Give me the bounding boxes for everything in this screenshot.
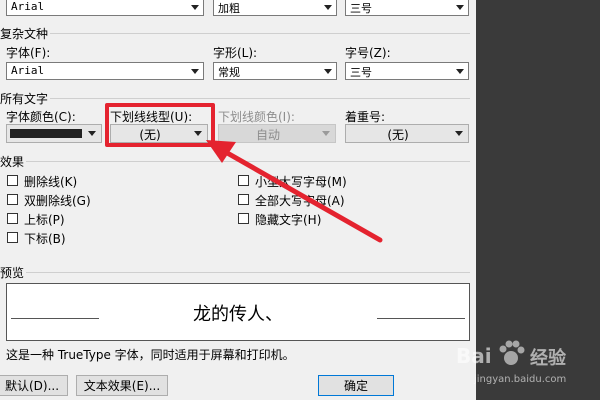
watermark-brand-cn: 经验 xyxy=(530,348,566,369)
watermark-brand: Bai xyxy=(456,344,492,368)
paw-logo-icon xyxy=(499,340,525,365)
watermark-url: jingyan.baidu.com xyxy=(474,374,567,385)
watermark: Bai 经验 jingyan.baidu.com xyxy=(452,334,598,398)
